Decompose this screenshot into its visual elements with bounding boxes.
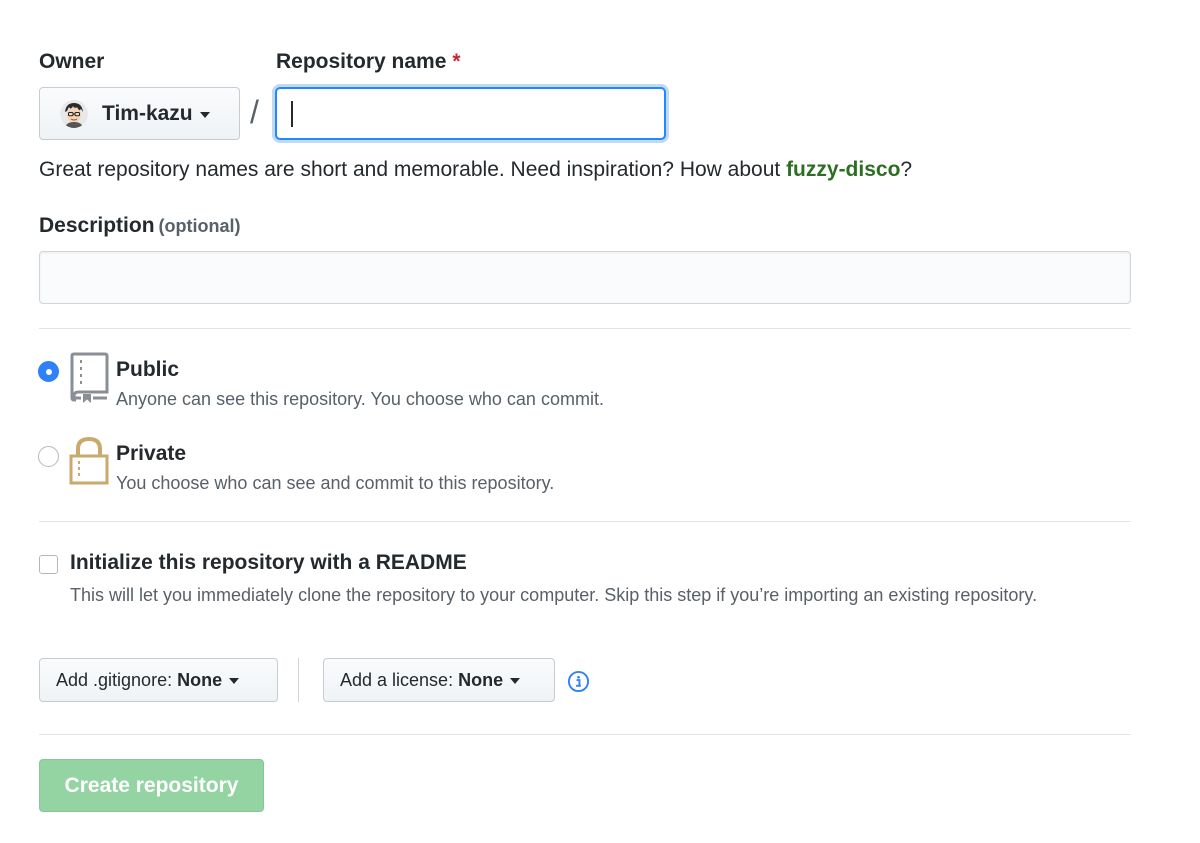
description-input[interactable] [39, 251, 1131, 304]
text-cursor [291, 101, 293, 127]
hint-text: Great repository names are short and mem… [39, 158, 787, 181]
readme-title: Initialize this repository with a README [70, 551, 467, 574]
divider [39, 521, 1131, 522]
vertical-divider [298, 658, 299, 702]
public-radio[interactable] [38, 361, 59, 382]
chevron-down-icon [199, 111, 210, 118]
chevron-down-icon [510, 678, 521, 684]
public-option-title: Public [116, 358, 180, 381]
public-option-description: Anyone can see this repository. You choo… [116, 389, 604, 409]
repo-book-icon [70, 352, 109, 403]
optional-label: (optional) [158, 216, 241, 236]
lock-icon [69, 437, 109, 485]
required-mark: * [452, 50, 461, 73]
license-dropdown[interactable]: Add a license: None [323, 658, 555, 702]
name-suggestion-link[interactable]: fuzzy-disco [786, 158, 900, 181]
private-radio[interactable] [38, 446, 59, 467]
repo-name-hint: Great repository names are short and mem… [39, 158, 912, 182]
owner-label: Owner [39, 50, 105, 73]
repo-name-label: Repository name * [276, 50, 461, 74]
chevron-down-icon [229, 678, 240, 684]
description-label: Description (optional) [39, 214, 241, 238]
license-label: Add a license: [340, 669, 454, 690]
owner-name: Tim-kazu [102, 101, 193, 125]
private-option-description: You choose who can see and commit to thi… [116, 473, 555, 493]
avatar [60, 99, 88, 128]
gitignore-value: None [177, 669, 223, 690]
readme-checkbox[interactable] [39, 555, 58, 574]
repo-name-input[interactable] [275, 87, 666, 140]
divider [39, 734, 1131, 735]
description-label-text: Description [39, 214, 155, 237]
info-icon[interactable] [567, 670, 590, 693]
gitignore-dropdown[interactable]: Add .gitignore: None [39, 658, 278, 702]
private-option-title: Private [116, 442, 187, 465]
create-repository-button[interactable]: Create repository [39, 759, 264, 812]
license-value: None [458, 669, 504, 690]
hint-suffix: ? [900, 158, 913, 181]
repo-name-label-text: Repository name [276, 50, 447, 73]
gitignore-label: Add .gitignore: [56, 669, 173, 690]
divider [39, 328, 1131, 329]
owner-repo-separator: / [250, 94, 259, 130]
owner-dropdown-button[interactable]: Tim-kazu [39, 87, 240, 140]
readme-description: This will let you immediately clone the … [70, 585, 1038, 605]
